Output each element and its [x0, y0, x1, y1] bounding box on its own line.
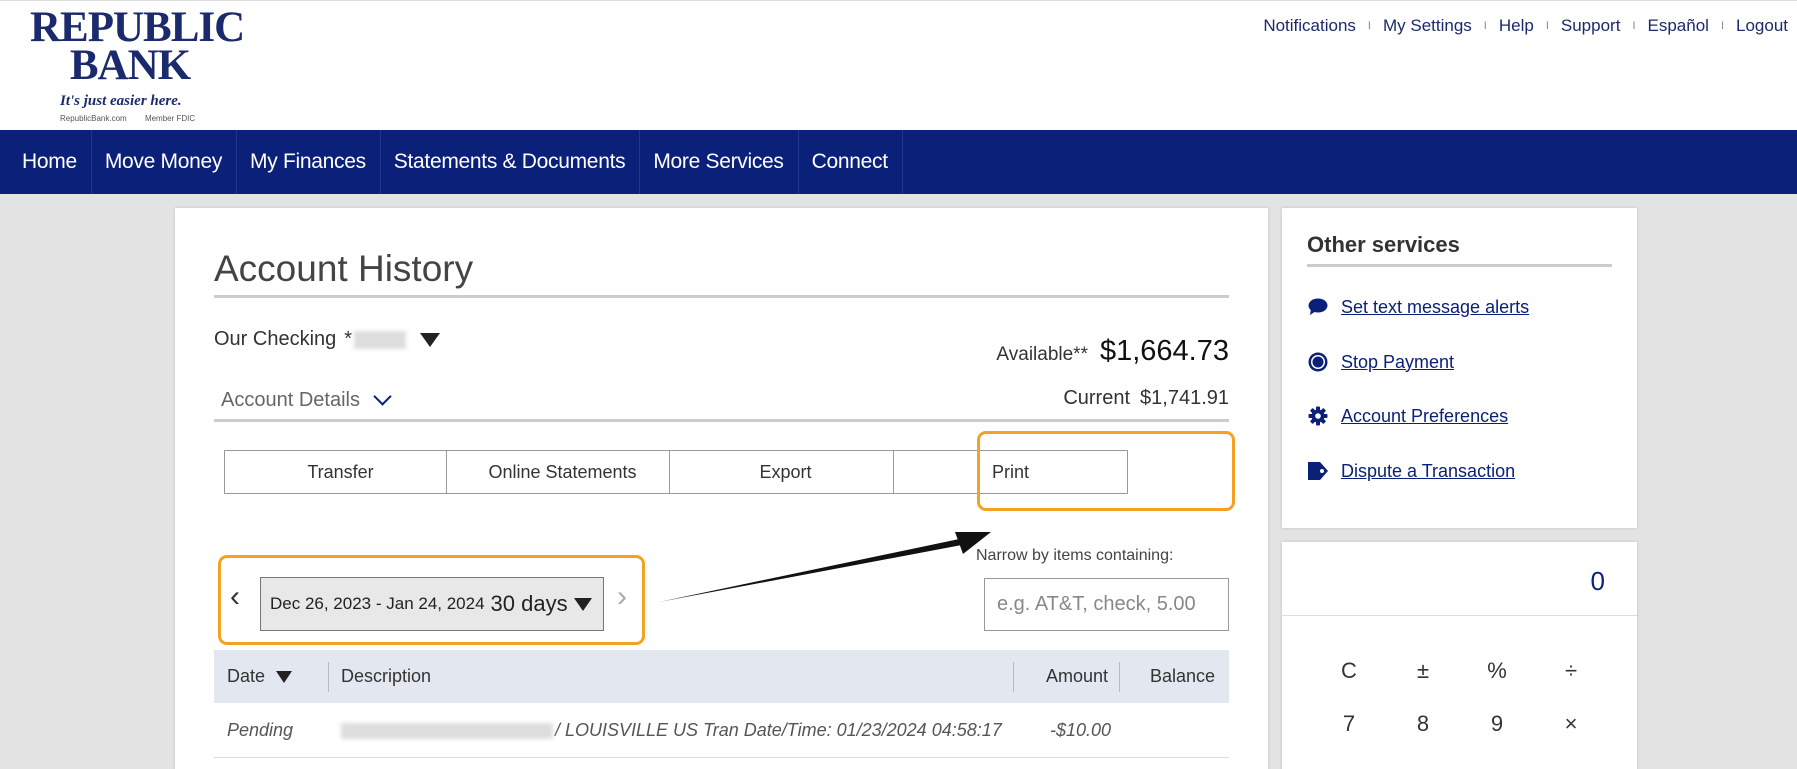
page-title: Account History [214, 248, 474, 289]
narrow-label: Narrow by items containing: [976, 547, 1174, 564]
row-amount: -$10.00 [1050, 720, 1112, 740]
account-history-panel: Account History Our Checking * Available… [175, 208, 1268, 769]
top-header: REPUBLIC BANK It's just easier here. Rep… [0, 0, 1797, 130]
link-espanol[interactable]: Español [1648, 16, 1709, 36]
calc-key-percent[interactable]: % [1477, 658, 1517, 684]
nav-more-services[interactable]: More Services [640, 130, 799, 194]
account-name: Our Checking [214, 328, 337, 350]
date-prev-arrow[interactable]: ‹ [230, 580, 240, 614]
service-dispute-transaction[interactable]: Dispute a Transaction [1307, 460, 1515, 482]
online-statements-button[interactable]: Online Statements [446, 450, 679, 494]
current-label: Current [1063, 387, 1131, 409]
link-separator: I [1720, 20, 1724, 32]
logo-line2: BANK [69, 42, 191, 89]
account-number-redacted [354, 330, 407, 349]
export-button[interactable]: Export [669, 450, 902, 494]
link-stop-payment[interactable]: Stop Payment [1341, 352, 1454, 373]
row-date: Pending [227, 720, 294, 740]
column-divider [328, 662, 329, 692]
row-description: / LOUISVILLE US Tran Date/Time: 01/23/20… [341, 703, 1002, 758]
link-account-preferences[interactable]: Account Preferences [1341, 406, 1508, 427]
gear-icon [1307, 405, 1329, 427]
republic-bank-logo[interactable]: REPUBLIC BANK It's just easier here. Rep… [30, 6, 245, 127]
nav-connect[interactable]: Connect [799, 130, 903, 194]
link-my-settings[interactable]: My Settings [1383, 16, 1472, 36]
account-details-label: Account Details [221, 389, 360, 411]
chat-bubble-icon [1307, 296, 1329, 318]
calc-key-8[interactable]: 8 [1403, 711, 1443, 737]
date-next-arrow[interactable]: › [617, 580, 627, 614]
th-date[interactable]: Date [227, 650, 293, 703]
row-description-text: / LOUISVILLE US Tran Date/Time: 01/23/20… [555, 720, 1002, 740]
link-notifications[interactable]: Notifications [1263, 16, 1356, 36]
caret-down-icon [573, 597, 592, 611]
th-date-label: Date [227, 666, 266, 686]
available-value: $1,664.73 [1099, 335, 1229, 367]
link-dispute-transaction[interactable]: Dispute a Transaction [1341, 461, 1515, 482]
description-redacted [341, 723, 553, 740]
column-divider [1119, 662, 1120, 692]
link-separator: I [1367, 20, 1371, 32]
narrow-search-input[interactable] [984, 578, 1229, 631]
link-logout[interactable]: Logout [1736, 16, 1788, 36]
calc-key-plusminus[interactable]: ± [1403, 658, 1443, 684]
calc-key-divide[interactable]: ÷ [1551, 658, 1591, 684]
annotation-arrow [659, 532, 991, 602]
chevron-down-icon [373, 387, 392, 406]
sort-caret-icon [276, 671, 293, 684]
link-support[interactable]: Support [1561, 16, 1621, 36]
current-balance: Current $1,741.91 [1063, 387, 1229, 410]
link-set-text-alerts[interactable]: Set text message alerts [1341, 297, 1529, 318]
logo-tagline: It's just easier here. [60, 93, 182, 109]
other-services-panel: Other services Set text message alerts S… [1282, 208, 1637, 528]
transfer-button[interactable]: Transfer [224, 450, 457, 494]
account-selector[interactable]: Our Checking * [214, 328, 441, 351]
available-balance: Available** $1,664.73 [996, 335, 1229, 368]
nav-my-finances[interactable]: My Finances [237, 130, 381, 194]
calculator-display: 0 [1590, 566, 1605, 596]
service-text-alerts[interactable]: Set text message alerts [1307, 296, 1529, 318]
calculator-divider [1282, 615, 1637, 616]
nav-statements-documents[interactable]: Statements & Documents [381, 130, 641, 194]
date-range-select[interactable]: Dec 26, 2023 - Jan 24, 2024 30 days [260, 577, 604, 631]
tag-icon [1307, 460, 1329, 482]
calculator-panel: 0 C ± % ÷ 7 8 9 × [1282, 542, 1637, 769]
utility-links: Notifications I My Settings I Help I Sup… [1263, 16, 1788, 36]
th-amount[interactable]: Amount [1046, 650, 1108, 703]
nav-home[interactable]: Home [0, 130, 92, 194]
account-details-toggle[interactable]: Account Details [221, 387, 392, 412]
date-days-text: 30 days [490, 591, 568, 616]
logo-member: Member FDIC [144, 114, 196, 123]
other-services-title: Other services [1307, 232, 1460, 257]
th-balance[interactable]: Balance [1150, 650, 1215, 703]
logo-site: RepublicBank.com [60, 114, 127, 123]
service-stop-payment[interactable]: Stop Payment [1307, 351, 1454, 373]
transactions-table-header: Date Description Amount Balance [214, 650, 1229, 703]
stop-circle-icon [1307, 351, 1329, 373]
other-services-divider [1307, 264, 1612, 267]
calc-key-9[interactable]: 9 [1477, 711, 1517, 737]
caret-down-icon[interactable] [420, 332, 441, 347]
account-mask-prefix: * [344, 328, 353, 350]
logo-footnote: RepublicBank.com Member FDIC [60, 114, 240, 123]
details-divider [214, 419, 1229, 422]
link-separator: I [1483, 20, 1487, 32]
column-divider [1013, 662, 1014, 692]
current-value: $1,741.91 [1140, 387, 1229, 409]
link-separator: I [1632, 20, 1636, 32]
table-row[interactable]: Pending / LOUISVILLE US Tran Date/Time: … [214, 703, 1229, 758]
service-account-preferences[interactable]: Account Preferences [1307, 405, 1508, 427]
available-label: Available** [996, 344, 1088, 365]
title-divider [214, 295, 1229, 298]
link-separator: I [1545, 20, 1549, 32]
nav-move-money[interactable]: Move Money [92, 130, 238, 194]
th-description[interactable]: Description [341, 650, 431, 703]
calc-key-clear[interactable]: C [1329, 658, 1369, 684]
main-nav: Home Move Money My Finances Statements &… [0, 130, 1797, 194]
calc-key-multiply[interactable]: × [1551, 711, 1591, 737]
calc-key-7[interactable]: 7 [1329, 711, 1369, 737]
print-highlight-box [977, 431, 1235, 511]
date-range-text: Dec 26, 2023 - Jan 24, 2024 [270, 594, 485, 613]
link-help[interactable]: Help [1499, 16, 1534, 36]
